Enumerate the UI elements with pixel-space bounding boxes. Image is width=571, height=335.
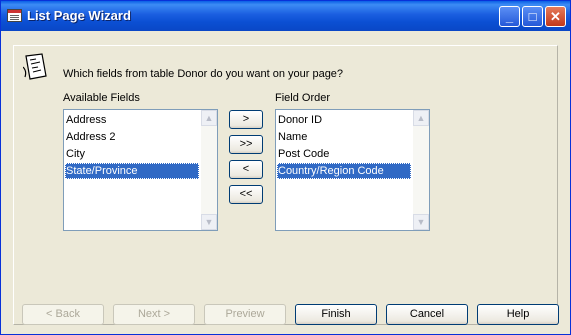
vertical-scrollbar[interactable]: ▲ ▼ bbox=[413, 110, 429, 230]
remove-field-button[interactable]: < bbox=[229, 160, 263, 179]
wizard-icon bbox=[23, 53, 47, 80]
available-fields-label: Available Fields bbox=[63, 92, 140, 104]
scroll-down-icon[interactable]: ▼ bbox=[413, 214, 429, 230]
scroll-down-icon[interactable]: ▼ bbox=[201, 214, 217, 230]
window-title: List Page Wizard bbox=[27, 8, 131, 23]
list-item[interactable]: Donor ID bbox=[277, 112, 411, 128]
close-button[interactable]: ✕ bbox=[545, 6, 566, 27]
finish-button[interactable]: Finish bbox=[295, 304, 377, 325]
list-item-selected[interactable]: Country/Region Code bbox=[277, 163, 411, 179]
list-item[interactable]: Address 2 bbox=[65, 129, 199, 145]
minimize-button[interactable]: _ bbox=[499, 6, 520, 27]
table-icon bbox=[7, 9, 22, 22]
cancel-button[interactable]: Cancel bbox=[386, 304, 468, 325]
next-button[interactable]: Next > bbox=[113, 304, 195, 325]
question-text: Which fields from table Donor do you wan… bbox=[63, 68, 344, 80]
back-button[interactable]: < Back bbox=[22, 304, 104, 325]
list-item[interactable]: City bbox=[65, 146, 199, 162]
list-item[interactable]: Post Code bbox=[277, 146, 411, 162]
field-order-list[interactable]: Donor ID Name Post Code Country/Region C… bbox=[275, 109, 430, 231]
list-item-selected[interactable]: State/Province bbox=[65, 163, 199, 179]
help-button[interactable]: Help bbox=[477, 304, 559, 325]
list-item[interactable]: Name bbox=[277, 129, 411, 145]
vertical-scrollbar[interactable]: ▲ ▼ bbox=[201, 110, 217, 230]
scroll-up-icon[interactable]: ▲ bbox=[201, 110, 217, 126]
wizard-window: List Page Wizard _ □ ✕ Which fields from… bbox=[0, 0, 571, 335]
preview-button[interactable]: Preview bbox=[204, 304, 286, 325]
available-fields-list[interactable]: Address Address 2 City State/Province ▲ … bbox=[63, 109, 218, 231]
title-bar[interactable]: List Page Wizard _ □ ✕ bbox=[1, 1, 570, 31]
add-all-fields-button[interactable]: >> bbox=[229, 135, 263, 154]
remove-all-fields-button[interactable]: << bbox=[229, 185, 263, 204]
dialog-body: Which fields from table Donor do you wan… bbox=[1, 31, 570, 334]
add-field-button[interactable]: > bbox=[229, 110, 263, 129]
maximize-button[interactable]: □ bbox=[522, 6, 543, 27]
field-order-label: Field Order bbox=[275, 92, 331, 104]
list-item[interactable]: Address bbox=[65, 112, 199, 128]
scroll-up-icon[interactable]: ▲ bbox=[413, 110, 429, 126]
